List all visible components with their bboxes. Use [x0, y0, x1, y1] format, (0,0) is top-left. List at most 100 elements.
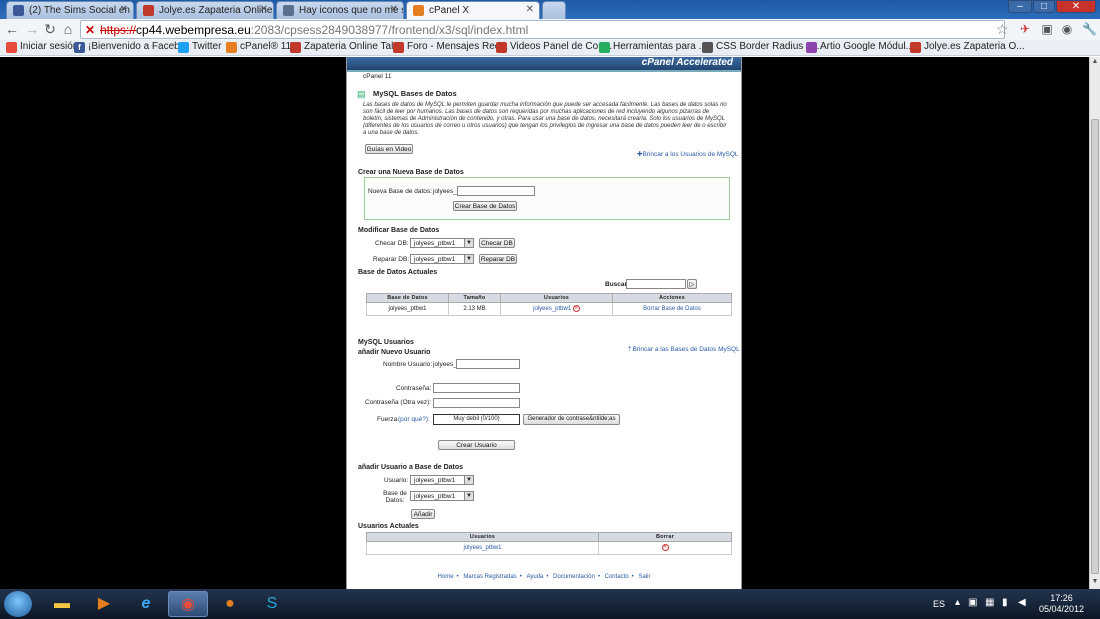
tray-up-icon[interactable]: ▴ — [955, 597, 960, 608]
footer-docs-link[interactable]: Documentación — [553, 574, 595, 580]
explorer-icon[interactable]: ▬ — [42, 591, 82, 617]
password-label: Contraseña: — [396, 385, 432, 392]
search-go-button[interactable]: ▷ — [687, 279, 697, 289]
bookmark-item[interactable]: f ¡Bienvenido a Faceb... — [74, 41, 188, 53]
scroll-up-icon[interactable]: ▲ — [1090, 58, 1100, 68]
check-db-button[interactable]: Checar DB — [479, 238, 515, 248]
bookmark-item[interactable]: CSS Border Radius G... — [702, 41, 822, 53]
tab-iconos[interactable]: Hay iconos que no me sale ✕ — [276, 1, 404, 19]
delete-db-link[interactable]: Borrar Base de Datos — [643, 306, 701, 312]
password2-input[interactable] — [433, 398, 520, 408]
bookmark-item[interactable]: Iniciar sesión — [6, 41, 78, 53]
bookmark-item[interactable]: cPanel® 11 — [226, 41, 291, 53]
bookmark-item[interactable]: Jolye.es Zapateria O... — [910, 41, 1025, 53]
repair-db-button[interactable]: Reparar DB — [479, 254, 517, 264]
users-table: Usuarios Borrar jolyees_ptbw1 ✕ — [366, 532, 732, 555]
chevron-down-icon: ▼ — [464, 239, 473, 247]
video-guides-button[interactable]: Guías en Video — [365, 144, 413, 154]
wrench-icon[interactable]: 🔧 — [1082, 22, 1097, 36]
start-button[interactable] — [4, 591, 32, 617]
bookmark-item[interactable]: Foro - Mensajes Rec... — [393, 41, 508, 53]
db-actions-cell: Borrar Base de Datos — [612, 302, 732, 316]
extension-icon[interactable]: ▣ — [1040, 22, 1054, 36]
tab-title: cPanel X — [429, 5, 470, 16]
tray-app-icon[interactable]: ▣ — [968, 597, 977, 608]
home-icon[interactable]: ⌂ — [60, 21, 76, 37]
tab-sims-social[interactable]: (2) The Sims Social en Faceb ✕ — [6, 1, 134, 19]
close-icon[interactable]: ✕ — [120, 4, 128, 15]
delete-user-icon[interactable]: ✕ — [661, 544, 669, 552]
bookmark-item[interactable]: Videos Panel de Con... — [496, 41, 612, 53]
jolye-icon — [143, 5, 154, 16]
username-input[interactable] — [456, 359, 520, 369]
reload-icon[interactable]: ↻ — [42, 21, 58, 37]
strength-label: Fuerza — [377, 416, 398, 423]
close-icon[interactable]: ✕ — [526, 4, 534, 15]
add-user-db-button[interactable]: Añadir — [411, 509, 435, 519]
remove-user-icon[interactable]: ✕ — [572, 305, 580, 313]
tab-cpanel[interactable]: cPanel X ✕ — [406, 1, 540, 20]
repair-db-label: Reparar DB: — [373, 256, 410, 263]
footer-contact-link[interactable]: Contacto — [605, 574, 629, 580]
db-user-link[interactable]: jolyees_ptbw1 — [533, 307, 571, 313]
scrollbar-thumb[interactable] — [1091, 119, 1099, 574]
tab-jolye[interactable]: Jolye.es Zapateria Online XX ✕ — [136, 1, 274, 19]
strength-why-link[interactable]: (por qué?): — [398, 416, 430, 423]
vertical-scrollbar[interactable]: ▲ ▼ — [1089, 57, 1100, 589]
clock[interactable]: 17:26 05/04/2012 — [1039, 593, 1084, 615]
password-generator-button[interactable]: Generador de contrase&ntilde;as — [523, 414, 620, 425]
search-input[interactable] — [626, 279, 686, 289]
jump-dbs-link[interactable]: ⇡Brincar a las Bases de Datos MySQL — [627, 345, 740, 353]
url-host: cp44.webempresa.eu — [136, 23, 251, 37]
db-select[interactable]: jolyees_ptbw1 ▼ — [410, 491, 474, 501]
create-db-button[interactable]: Crear Base de Datos — [453, 201, 517, 211]
scroll-down-icon[interactable]: ▼ — [1090, 578, 1100, 588]
jump-users-link[interactable]: ✚Brincar a los Usuarios de MySQL — [637, 150, 739, 158]
cpanel-page: cPanel Accelerated cPanel 11 ▤ MySQL Bas… — [346, 57, 742, 589]
page-title: MySQL Bases de Datos — [373, 89, 457, 98]
ssl-warning-icon: ✕ — [85, 23, 96, 37]
bookmark-item[interactable]: Twitter — [178, 41, 221, 53]
back-icon[interactable]: ← — [4, 21, 20, 37]
url-input[interactable]: ✕ https://cp44.webempresa.eu:2083/cpsess… — [80, 20, 1005, 39]
skype-icon[interactable]: S — [252, 591, 292, 617]
media-player-icon[interactable]: ▶ — [84, 591, 124, 617]
bookmark-item[interactable]: Zapateria Online Tal... — [290, 41, 402, 53]
clock-time: 17:26 — [1050, 593, 1073, 603]
volume-icon[interactable]: ◀ — [1018, 597, 1026, 608]
cpanel-icon — [413, 5, 424, 16]
forward-icon[interactable]: → — [24, 21, 40, 37]
extension-icon[interactable]: ✈ — [1018, 22, 1032, 36]
internet-explorer-icon[interactable]: e — [126, 591, 166, 617]
network-icon[interactable]: ▮ — [1002, 597, 1008, 608]
close-icon[interactable]: ✕ — [260, 4, 268, 15]
username-label: Nombre Usuario: — [383, 361, 433, 368]
tray-app-icon[interactable]: ▦ — [985, 597, 994, 608]
footer-help-link[interactable]: Ayuda — [526, 574, 543, 580]
close-icon[interactable]: ✕ — [390, 4, 398, 15]
create-user-button[interactable]: Crear Usuario — [438, 440, 515, 450]
footer-logout-link[interactable]: Salir — [638, 574, 650, 580]
forum-icon — [283, 5, 294, 16]
close-window-icon[interactable]: ✕ — [1056, 0, 1096, 13]
language-indicator[interactable]: ES — [933, 599, 945, 609]
user-select[interactable]: jolyees_ptbw1 ▼ — [410, 475, 474, 485]
password-input[interactable] — [433, 383, 520, 393]
facebook-icon — [13, 5, 24, 16]
bookmark-star-icon[interactable]: ☆ — [996, 21, 1009, 38]
firefox-icon[interactable]: ● — [210, 591, 250, 617]
footer-trademarks-link[interactable]: Marcas Registradas — [463, 574, 516, 580]
bookmark-item[interactable]: Herramientas para ... — [599, 41, 707, 53]
chrome-icon[interactable]: ◉ — [168, 591, 208, 617]
user-link[interactable]: jolyees_ptbw1 — [463, 545, 501, 551]
col-header-delete: Borrar — [598, 532, 732, 542]
repair-db-select[interactable]: jolyees_ptbw1 ▼ — [410, 254, 474, 264]
extension-icon[interactable]: ◉ — [1060, 22, 1074, 36]
footer-home-link[interactable]: Home — [438, 574, 454, 580]
minimize-icon[interactable]: – — [1008, 0, 1032, 13]
maximize-icon[interactable]: □ — [1033, 0, 1055, 13]
new-db-input[interactable] — [457, 186, 535, 196]
check-db-select[interactable]: jolyees_ptbw1 ▼ — [410, 238, 474, 248]
bookmark-item[interactable]: Artio Google Módul... — [806, 41, 914, 53]
new-tab-button[interactable] — [542, 1, 566, 19]
